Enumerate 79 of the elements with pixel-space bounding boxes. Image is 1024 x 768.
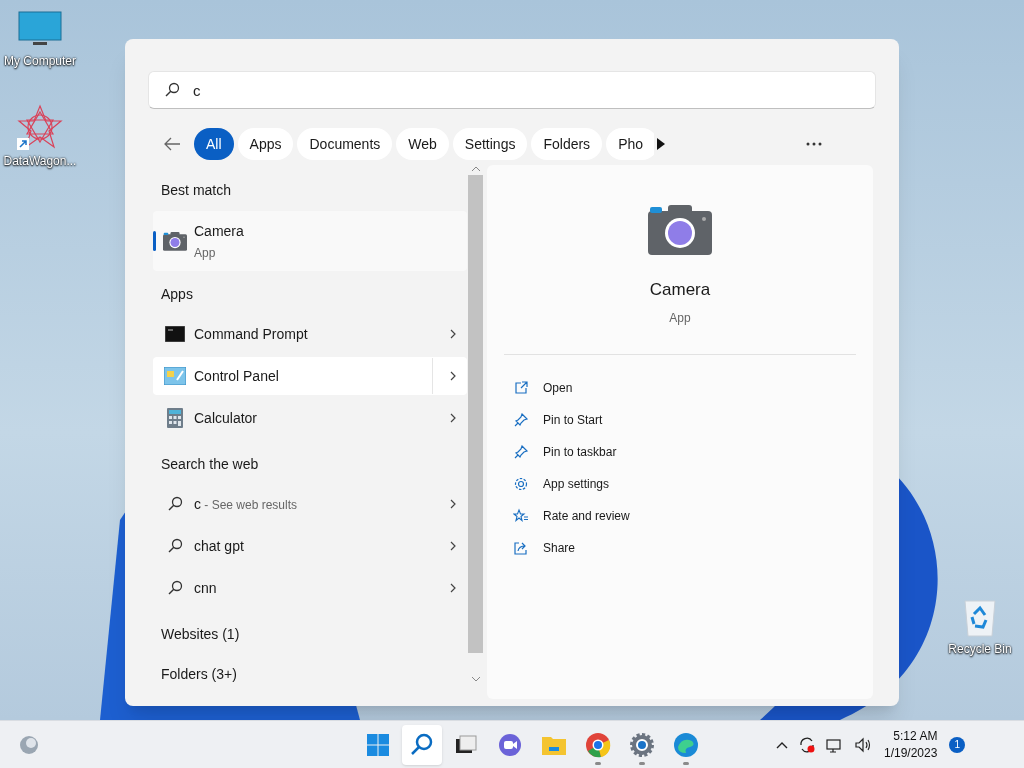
search-field[interactable]: c bbox=[148, 71, 876, 109]
result-title: Control Panel bbox=[194, 366, 280, 386]
search-icon bbox=[167, 538, 183, 554]
result-item[interactable]: Calculator bbox=[153, 399, 467, 437]
result-title: c bbox=[194, 496, 201, 512]
section-heading: Websites (1) bbox=[160, 624, 241, 644]
action-link[interactable]: Pin to taskbar bbox=[543, 442, 617, 461]
running-indicator bbox=[683, 761, 689, 765]
share-icon[interactable] bbox=[513, 539, 529, 556]
preview-subtitle: App bbox=[669, 309, 691, 327]
chevron-up-icon[interactable] bbox=[776, 740, 788, 749]
camera-icon bbox=[648, 203, 712, 255]
chevron-right-icon[interactable] bbox=[449, 370, 457, 382]
section-heading: Folders (3+) bbox=[160, 664, 238, 684]
result-item[interactable]: Command Prompt bbox=[153, 315, 467, 353]
result-item[interactable]: c - See web results bbox=[153, 485, 467, 523]
result-item[interactable]: chat gpt bbox=[153, 527, 467, 565]
action-link[interactable]: Open bbox=[543, 378, 573, 397]
filter-tab[interactable]: Folders bbox=[531, 128, 603, 160]
filter-tab[interactable]: Apps bbox=[237, 128, 294, 160]
section-heading: Apps bbox=[160, 284, 194, 304]
pin-icon[interactable] bbox=[513, 411, 529, 428]
wave-circle-icon bbox=[672, 730, 700, 759]
control-panel-icon bbox=[164, 367, 186, 385]
result-title: Camera bbox=[194, 221, 245, 241]
volume-icon[interactable] bbox=[854, 735, 872, 754]
filter-tab[interactable]: Web bbox=[396, 128, 449, 160]
action-link[interactable]: Pin to Start bbox=[543, 410, 603, 429]
filter-tab[interactable]: Documents bbox=[297, 128, 393, 160]
preview-title: Camera bbox=[649, 279, 711, 301]
scroll-up-icon[interactable] bbox=[470, 165, 481, 173]
action-link[interactable]: Share bbox=[543, 538, 576, 557]
clock-date[interactable]: 1/19/2023 bbox=[884, 744, 938, 762]
running-indicator bbox=[639, 761, 645, 765]
result-item[interactable]: Camera App bbox=[153, 211, 467, 271]
result-item[interactable]: cnn bbox=[153, 569, 467, 607]
search-icon bbox=[167, 496, 183, 512]
scroll-down-icon[interactable] bbox=[470, 675, 481, 683]
notification-count[interactable]: 1 bbox=[949, 736, 966, 753]
sync-icon[interactable] bbox=[798, 735, 816, 754]
filter-tab[interactable]: All bbox=[194, 128, 234, 160]
result-title: chat gpt bbox=[194, 536, 245, 556]
back-arrow-icon[interactable] bbox=[163, 137, 181, 151]
open-external-icon[interactable] bbox=[513, 379, 529, 396]
scroll-right-icon[interactable] bbox=[656, 138, 666, 150]
action-link[interactable]: Rate and review bbox=[543, 506, 630, 525]
terminal-icon bbox=[165, 326, 185, 342]
search-icon bbox=[164, 82, 180, 98]
section-heading: Best match bbox=[160, 180, 233, 200]
recycle-bin-icon bbox=[962, 598, 998, 638]
running-indicator bbox=[595, 761, 601, 765]
star-list-icon[interactable] bbox=[513, 507, 529, 524]
scrollbar-thumb[interactable] bbox=[468, 175, 483, 653]
result-title: Calculator bbox=[194, 408, 259, 428]
clock-time[interactable]: 5:12 AM bbox=[893, 727, 938, 745]
browser-circle-icon bbox=[584, 730, 612, 759]
filter-tab[interactable]: Pho bbox=[606, 128, 654, 160]
chevron-right-icon[interactable] bbox=[449, 540, 457, 552]
result-hint: - See web results bbox=[203, 498, 298, 512]
result-item[interactable]: Control Panel bbox=[153, 357, 467, 395]
section-heading: Search the web bbox=[160, 454, 260, 474]
result-title: cnn bbox=[194, 578, 218, 598]
chevron-right-icon[interactable] bbox=[449, 498, 457, 510]
filter-tab[interactable]: Settings bbox=[452, 128, 528, 160]
selection-indicator bbox=[153, 231, 156, 251]
calculator-icon bbox=[167, 408, 183, 428]
search-icon bbox=[167, 580, 183, 596]
action-link[interactable]: App settings bbox=[543, 474, 610, 493]
more-options-icon[interactable] bbox=[806, 142, 822, 146]
camera-icon bbox=[163, 231, 187, 251]
chevron-right-icon[interactable] bbox=[449, 582, 457, 594]
result-subtitle: App bbox=[194, 244, 217, 262]
settings-icon[interactable] bbox=[513, 475, 529, 492]
gear-icon bbox=[628, 730, 656, 759]
pin-icon[interactable] bbox=[513, 443, 529, 460]
star-pattern-icon bbox=[17, 104, 63, 150]
result-title: Command Prompt bbox=[194, 324, 309, 344]
chevron-right-icon[interactable] bbox=[449, 328, 457, 340]
chevron-right-icon[interactable] bbox=[449, 412, 457, 424]
